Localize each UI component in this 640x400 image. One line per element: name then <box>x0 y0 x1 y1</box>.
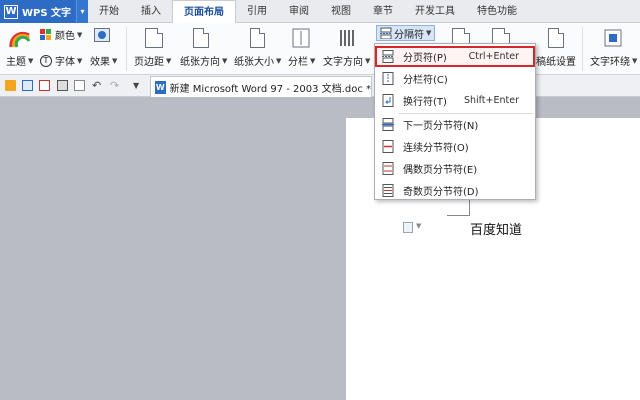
menu-item-line-break[interactable]: 换行符(T) Shift+Enter <box>375 90 535 111</box>
undo-icon[interactable]: ↶ <box>92 80 103 91</box>
font-theme-button[interactable]: T 字体 ▼ <box>40 53 82 68</box>
next-page-section-break-icon <box>382 118 394 131</box>
ribbon-divider <box>126 27 127 71</box>
print-icon[interactable] <box>57 80 68 91</box>
menu-item-next-page-section-break[interactable]: 下一页分节符(N) <box>375 114 535 135</box>
text-wrap-button[interactable]: 文字环绕 ▼ <box>590 53 637 69</box>
wps-logo-icon: W <box>4 4 18 19</box>
document-tab[interactable]: W 新建 Microsoft Word 97 - 2003 文档.doc * <box>150 76 372 97</box>
separator-button[interactable]: 分隔符 ▼ <box>376 25 436 41</box>
ribbon-panel: 主题 ▼ 颜色 ▼ T 字体 ▼ 效果 ▼ 页边距 ▼ 纸张方向 ▼ 纸张大小 ▼ <box>0 23 640 75</box>
tab-review[interactable]: 审阅 <box>278 0 320 23</box>
document-tab-title: 新建 Microsoft Word 97 - 2003 文档.doc * <box>169 83 371 95</box>
app-menu-dropdown-icon[interactable]: ▾ <box>76 0 88 23</box>
continuous-section-break-icon <box>382 140 394 153</box>
theme-icon <box>9 31 31 48</box>
menu-item-continuous-section-break[interactable]: 连续分节符(O) <box>375 136 535 157</box>
effect-icon <box>94 28 110 42</box>
column-break-icon <box>382 72 394 85</box>
separator-dropdown-menu: 分页符(P) Ctrl+Enter 分栏符(C) 换行符(T) Shift+En… <box>374 43 536 200</box>
orientation-button[interactable]: 纸张方向 ▼ <box>180 53 227 69</box>
line-break-icon <box>382 94 394 107</box>
ribbon-tabs: 开始 插入 页面布局 引用 审阅 视图 章节 开发工具 特色功能 <box>88 0 528 24</box>
paper-size-button[interactable]: 纸张大小 ▼ <box>234 53 281 69</box>
tab-special[interactable]: 特色功能 <box>466 0 528 23</box>
quick-access-bar: ↶ ↷ ▼ W 新建 Microsoft Word 97 - 2003 文档.d… <box>0 75 640 97</box>
manuscript-paper-icon <box>548 28 564 48</box>
tab-developer[interactable]: 开发工具 <box>404 0 466 23</box>
font-icon: T <box>40 54 52 67</box>
margin-button[interactable]: 页边距 ▼ <box>134 53 171 69</box>
app-name: WPS 文字 <box>22 8 72 19</box>
save-icon[interactable] <box>22 80 33 91</box>
manuscript-paper-button[interactable]: 稿纸设置 <box>536 53 576 68</box>
title-bar: W WPS 文字 ▾ 开始 插入 页面布局 引用 审阅 视图 章节 开发工具 特… <box>0 0 640 24</box>
columns-icon <box>292 28 310 48</box>
text-direction-icon <box>340 30 354 46</box>
open-folder-icon[interactable] <box>5 80 16 91</box>
menu-item-column-break[interactable]: 分栏符(C) <box>375 68 535 89</box>
page-break-icon <box>380 27 392 39</box>
tab-page-layout[interactable]: 页面布局 <box>172 0 236 24</box>
effect-button[interactable]: 效果 ▼ <box>90 53 117 69</box>
text-direction-button[interactable]: 文字方向 ▼ <box>323 53 370 69</box>
menu-item-odd-page-section-break[interactable]: 奇数页分节符(D) <box>375 180 535 201</box>
tab-chapter[interactable]: 章节 <box>362 0 404 23</box>
odd-page-section-break-icon <box>382 184 394 197</box>
export-pdf-icon[interactable] <box>39 80 50 91</box>
app-menu-button[interactable]: W WPS 文字 <box>0 0 88 23</box>
print-preview-icon[interactable] <box>74 80 85 91</box>
tab-home[interactable]: 开始 <box>88 0 130 23</box>
tab-references[interactable]: 引用 <box>236 0 278 23</box>
document-text[interactable]: 百度知道 <box>470 219 522 238</box>
menu-item-even-page-section-break[interactable]: 偶数页分节符(E) <box>375 158 535 179</box>
even-page-section-break-icon <box>382 162 394 175</box>
text-wrap-icon <box>604 29 622 47</box>
tab-view[interactable]: 视图 <box>320 0 362 23</box>
ribbon-divider <box>582 27 583 71</box>
paper-size-icon <box>250 28 265 48</box>
tab-insert[interactable]: 插入 <box>130 0 172 23</box>
theme-button[interactable]: 主题 ▼ <box>6 53 33 69</box>
color-palette-icon <box>40 28 51 40</box>
margin-icon <box>145 28 163 48</box>
menu-item-page-break[interactable]: 分页符(P) Ctrl+Enter <box>375 46 535 67</box>
color-button[interactable]: 颜色 ▼ <box>40 27 82 42</box>
columns-button[interactable]: 分栏 ▼ <box>288 53 315 69</box>
paragraph-layout-icon[interactable] <box>403 222 413 233</box>
wps-document-icon: W <box>155 80 166 94</box>
redo-icon[interactable]: ↷ <box>110 80 121 91</box>
page-break-icon <box>382 50 394 63</box>
orientation-icon <box>193 28 209 48</box>
customize-toolbar-icon[interactable]: ▼ <box>133 80 144 91</box>
margin-mark <box>447 215 469 216</box>
paragraph-layout-dropdown-icon[interactable]: ▼ <box>416 222 421 230</box>
